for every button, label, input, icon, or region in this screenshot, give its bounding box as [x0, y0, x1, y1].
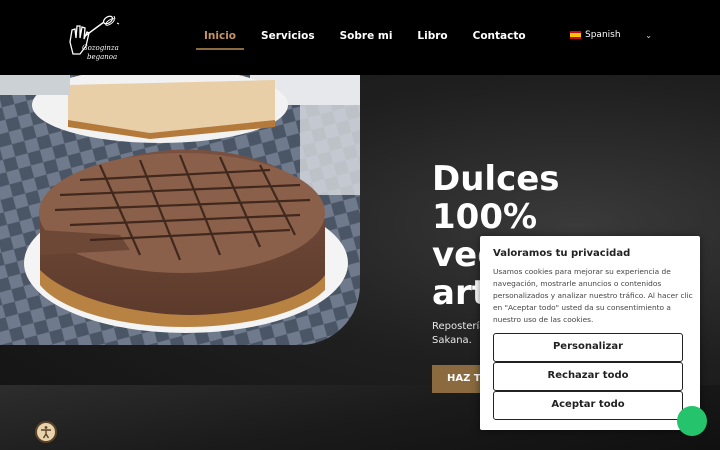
nav-item-sobre-mi[interactable]: Sobre mi [340, 26, 393, 50]
cheesecake-photo [0, 75, 360, 345]
brand-line-1: Gozoginza [82, 44, 119, 52]
spain-flag-icon [570, 31, 581, 39]
customize-cookies-button[interactable]: Personalizar [493, 333, 683, 362]
cookie-text-line: nuestro uso de las cookies. [493, 315, 594, 324]
hero-title-line: 100% [432, 197, 538, 237]
cookie-text-line: navegación, mostrarle anuncios o conteni… [493, 279, 662, 288]
reject-all-button[interactable]: Rechazar todo [493, 362, 683, 391]
whatsapp-chat-icon[interactable] [677, 406, 707, 436]
cookie-text-line: personalizados y analizar nuestro tráfic… [493, 291, 693, 300]
cookie-description: Usamos cookies para mejorar su experienc… [493, 266, 693, 326]
nav-item-libro[interactable]: Libro [417, 26, 447, 50]
language-label: Spanish [585, 30, 621, 40]
brand-name: Gozoginza beganoa [82, 44, 132, 62]
nav-item-inicio[interactable]: Inicio [195, 26, 245, 50]
cookie-text-line: en "Aceptar todo" usted da su consentimi… [493, 303, 671, 312]
language-selector[interactable]: Spanish ⌄ [570, 30, 652, 40]
accessibility-icon[interactable] [35, 421, 57, 443]
nav-item-contacto[interactable]: Contacto [473, 26, 526, 50]
cookie-text-line: Usamos cookies para mejorar su experienc… [493, 267, 671, 276]
nav-item-servicios[interactable]: Servicios [261, 26, 315, 50]
cookie-consent-dialog: Valoramos tu privacidad Usamos cookies p… [480, 236, 700, 430]
brand-line-2: beganoa [87, 53, 118, 61]
page: Gozoginza beganoa Inicio Servicios Sobre… [0, 0, 720, 450]
accept-all-button[interactable]: Aceptar todo [493, 391, 683, 420]
chevron-down-icon: ⌄ [645, 30, 652, 40]
main-nav: Inicio Servicios Sobre mi Libro Contacto [195, 26, 551, 50]
site-header: Gozoginza beganoa Inicio Servicios Sobre… [0, 0, 720, 75]
cookie-title: Valoramos tu privacidad [493, 248, 631, 259]
hero-title-line: Dulces [432, 159, 560, 199]
